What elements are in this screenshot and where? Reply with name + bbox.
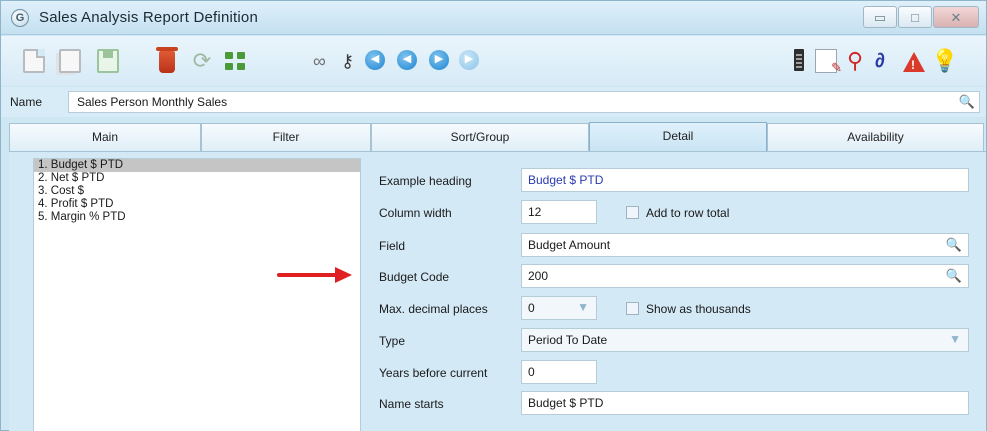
- detail-panel: 1. Budget $ PTD 2. Net $ PTD 3. Cost $ 4…: [9, 151, 986, 431]
- tab-sort-group[interactable]: Sort/Group: [371, 123, 589, 151]
- close-icon: ✕: [950, 10, 962, 25]
- type-label: Type: [379, 334, 406, 348]
- add-to-row-total-label: Add to row total: [646, 206, 730, 220]
- report-definition-window: G Sales Analysis Report Definition ▭ □ ✕…: [0, 0, 987, 431]
- show-as-thousands-checkbox[interactable]: [626, 302, 639, 315]
- tab-filter[interactable]: Filter: [201, 123, 371, 151]
- add-to-row-total-checkbox[interactable]: [626, 206, 639, 219]
- name-label: Name: [10, 95, 43, 109]
- maximize-icon: □: [911, 10, 919, 25]
- link-icon[interactable]: ∂: [875, 49, 897, 73]
- film-icon[interactable]: [794, 49, 804, 71]
- field-label: Field: [379, 239, 406, 253]
- example-heading-field[interactable]: Budget $ PTD: [521, 168, 969, 192]
- last-record-icon[interactable]: ▶: [459, 50, 479, 70]
- column-width-value: 12: [528, 205, 542, 219]
- lookup-icon[interactable]: 🔍: [959, 94, 975, 110]
- field-lookup-icon[interactable]: 🔍: [946, 237, 962, 253]
- red-arrow-annotation: [277, 267, 352, 283]
- tab-main[interactable]: Main: [9, 123, 201, 151]
- name-starts-field[interactable]: Budget $ PTD: [521, 391, 969, 415]
- show-as-thousands-label: Show as thousands: [646, 302, 751, 316]
- save-icon[interactable]: [97, 49, 119, 73]
- name-row: Name Sales Person Monthly Sales 🔍: [1, 87, 986, 117]
- note-icon[interactable]: [815, 49, 842, 76]
- tab-detail[interactable]: Detail: [589, 122, 767, 152]
- chevron-down-icon[interactable]: ▼: [949, 332, 961, 346]
- key-icon[interactable]: ⚷: [341, 49, 363, 73]
- field-value: Budget Amount: [528, 238, 611, 252]
- years-before-current-value: 0: [528, 365, 535, 379]
- delete-icon[interactable]: [156, 47, 178, 73]
- type-select[interactable]: Period To Date ▼: [521, 328, 969, 352]
- column-width-label: Column width: [379, 206, 452, 220]
- first-record-icon[interactable]: ◀: [365, 50, 385, 70]
- name-starts-label: Name starts: [379, 397, 444, 411]
- field-input[interactable]: Budget Amount 🔍: [521, 233, 969, 257]
- minimize-button[interactable]: ▭: [863, 6, 897, 28]
- tab-strip: Main Filter Sort/Group Detail Availabili…: [9, 122, 986, 152]
- name-starts-value: Budget $ PTD: [528, 396, 604, 410]
- app-icon: G: [11, 9, 29, 27]
- budget-code-value: 200: [528, 269, 549, 283]
- list-item[interactable]: 5. Margin % PTD: [34, 211, 360, 224]
- tree-icon[interactable]: [225, 49, 247, 73]
- binoculars-icon[interactable]: ∞: [313, 49, 335, 73]
- name-value: Sales Person Monthly Sales: [77, 95, 228, 109]
- toolbar: ⟳ ∞ ⚷ ◀ ◀ ▶ ▶ ⚲ ∂ 💡: [1, 36, 986, 86]
- column-list[interactable]: 1. Budget $ PTD 2. Net $ PTD 3. Cost $ 4…: [33, 158, 361, 431]
- window-title: Sales Analysis Report Definition: [39, 9, 259, 26]
- list-item[interactable]: 2. Net $ PTD: [34, 172, 360, 185]
- years-before-current-field[interactable]: 0: [521, 360, 597, 384]
- minimize-icon: ▭: [873, 10, 887, 25]
- close-button[interactable]: ✕: [933, 6, 979, 28]
- attachment-icon[interactable]: ⚲: [847, 49, 869, 73]
- maximize-button[interactable]: □: [898, 6, 932, 28]
- lightbulb-icon[interactable]: 💡: [931, 49, 958, 73]
- previous-record-icon[interactable]: ◀: [397, 50, 417, 70]
- example-heading-value: Budget $ PTD: [528, 173, 604, 187]
- name-field[interactable]: Sales Person Monthly Sales 🔍: [68, 91, 980, 113]
- example-heading-label: Example heading: [379, 174, 472, 188]
- warning-icon[interactable]: [903, 52, 925, 72]
- max-decimal-places-select[interactable]: 0 ▼: [521, 296, 597, 320]
- max-decimal-places-value: 0: [528, 301, 535, 315]
- tab-availability[interactable]: Availability: [767, 123, 984, 151]
- list-item[interactable]: 4. Profit $ PTD: [34, 198, 360, 211]
- detail-form: Example heading Budget $ PTD Column widt…: [361, 152, 986, 431]
- copy-document-icon[interactable]: [59, 49, 81, 73]
- max-decimal-places-label: Max. decimal places: [379, 302, 488, 316]
- column-width-field[interactable]: 12: [521, 200, 597, 224]
- type-value: Period To Date: [528, 333, 608, 347]
- next-record-icon[interactable]: ▶: [429, 50, 449, 70]
- budget-code-lookup-icon[interactable]: 🔍: [946, 268, 962, 284]
- list-item[interactable]: 1. Budget $ PTD: [34, 159, 360, 172]
- chevron-down-icon[interactable]: ▼: [577, 300, 589, 314]
- budget-code-label: Budget Code: [379, 270, 450, 284]
- refresh-icon[interactable]: ⟳: [191, 49, 213, 73]
- new-document-icon[interactable]: [23, 49, 45, 73]
- title-bar: G Sales Analysis Report Definition ▭ □ ✕: [1, 1, 986, 35]
- budget-code-input[interactable]: 200 🔍: [521, 264, 969, 288]
- years-before-current-label: Years before current: [379, 366, 488, 380]
- list-item[interactable]: 3. Cost $: [34, 185, 360, 198]
